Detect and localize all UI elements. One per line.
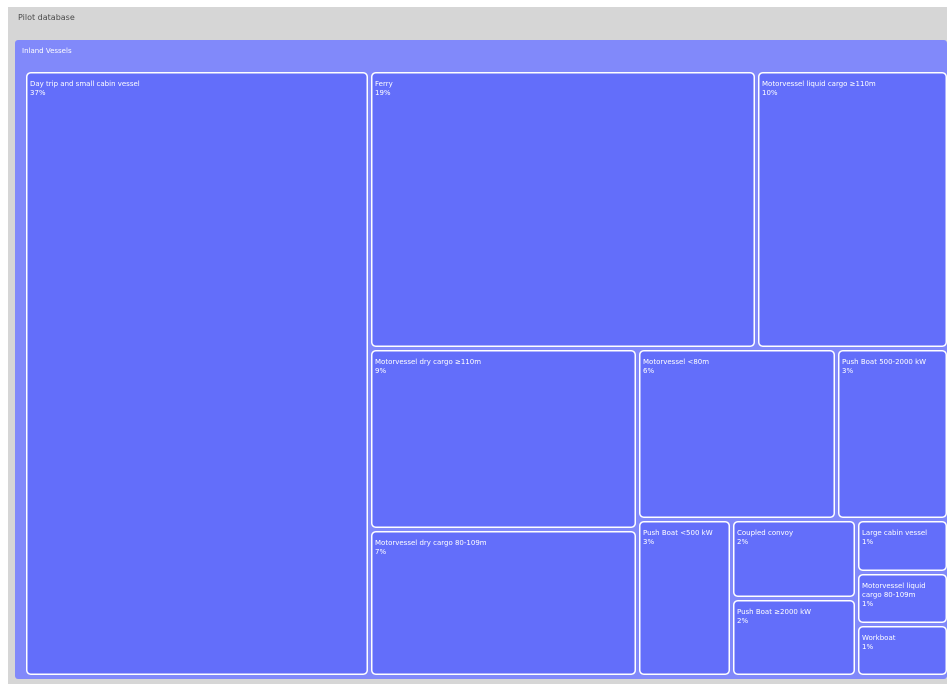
- treemap-tile-label-push-boat-500-2000-kw: Push Boat 500-2000 kW: [842, 358, 926, 366]
- treemap-tile-motorvessel-liquid-cargo-110m[interactable]: [758, 72, 947, 347]
- treemap-tile-label-workboat: Workboat: [862, 634, 896, 642]
- treemap-tile-percent-motorvessel-80m: 6%: [643, 367, 654, 375]
- treemap-tile-percent-push-boat-500-kw: 3%: [643, 538, 654, 546]
- treemap-tile-percent-workboat: 1%: [862, 643, 873, 651]
- treemap-tile-percent-motorvessel-dry-cargo-110m: 9%: [375, 367, 386, 375]
- treemap-tile-label-motorvessel-dry-cargo-80-109m: Motorvessel dry cargo 80-109m: [375, 539, 487, 547]
- treemap-tile-ferry[interactable]: [371, 72, 755, 347]
- treemap-tile-motorvessel-dry-cargo-110m[interactable]: [371, 350, 636, 528]
- treemap-tile-percent-push-boat-2000-kw: 2%: [737, 617, 748, 625]
- treemap-tile-percent-motorvessel-liquid-cargo-80-109m: 1%: [862, 600, 873, 608]
- treemap-tile-label-ferry: Ferry: [375, 80, 393, 88]
- treemap-tile-label-day-trip-and-small-cabin-vessel: Day trip and small cabin vessel: [30, 80, 140, 88]
- treemap-tile-percent-push-boat-500-2000-kw: 3%: [842, 367, 853, 375]
- treemap-tile-label-motorvessel-liquid-cargo-110m: Motorvessel liquid cargo ≥110m: [762, 80, 876, 88]
- treemap-tile-label-push-boat-500-kw: Push Boat <500 kW: [643, 529, 713, 537]
- treemap-chart: Inland Vessels Day trip and small cabin …: [15, 40, 947, 679]
- treemap-tile-push-boat-500-2000-kw[interactable]: [838, 350, 947, 518]
- treemap-tile-day-trip-and-small-cabin-vessel[interactable]: [26, 72, 368, 675]
- treemap-tile-label-motorvessel-80m: Motorvessel <80m: [643, 358, 709, 366]
- treemap-tile-percent-ferry: 19%: [375, 89, 391, 97]
- treemap-tile-percent-large-cabin-vessel: 1%: [862, 538, 873, 546]
- treemap-tile-percent-day-trip-and-small-cabin-vessel: 37%: [30, 89, 46, 97]
- treemap-tile-percent-motorvessel-dry-cargo-80-109m: 7%: [375, 548, 386, 556]
- treemap-tile-motorvessel-dry-cargo-80-109m[interactable]: [371, 531, 636, 675]
- treemap-tile-label-coupled-convoy: Coupled convoy: [737, 529, 793, 537]
- treemap-tile-label-large-cabin-vessel: Large cabin vessel: [862, 529, 927, 537]
- treemap-tile-label-motorvessel-dry-cargo-110m: Motorvessel dry cargo ≥110m: [375, 358, 481, 366]
- treemap-tile-label-push-boat-2000-kw: Push Boat ≥2000 kW: [737, 608, 811, 616]
- treemap-tile-percent-coupled-convoy: 2%: [737, 538, 748, 546]
- treemap-tile-motorvessel-80m[interactable]: [639, 350, 835, 518]
- treemap-tile-percent-motorvessel-liquid-cargo-110m: 10%: [762, 89, 778, 97]
- group-label-inland-vessels: Inland Vessels: [22, 47, 72, 55]
